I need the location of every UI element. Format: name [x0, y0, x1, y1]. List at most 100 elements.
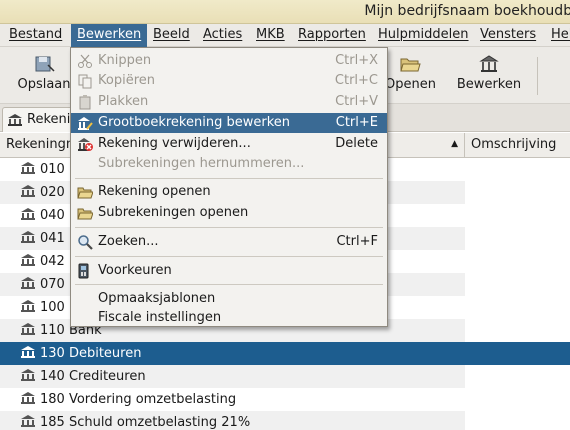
account-description-cell[interactable]	[465, 319, 570, 342]
bank-icon	[21, 369, 35, 381]
menu-item-copy[interactable]: Kopiëren Ctrl+C	[71, 71, 387, 91]
bank-icon	[21, 277, 35, 289]
bank-icon	[21, 162, 35, 174]
delete-account-icon	[78, 138, 93, 151]
account-name-cell[interactable]: 185 Schuld omzetbelasting 21%	[0, 411, 465, 430]
menu-separator	[75, 256, 383, 257]
menu-item-open-subaccounts-label: Subrekeningen openen	[98, 205, 249, 220]
table-row[interactable]: 185 Schuld omzetbelasting 21%	[0, 411, 570, 430]
menu-item-cut-shortcut: Ctrl+X	[335, 53, 378, 68]
edit-account-icon	[479, 55, 499, 72]
menu-hulpmiddelen[interactable]: Hulpmiddelen	[378, 27, 469, 42]
folder-open-icon	[77, 208, 93, 220]
account-description-cell[interactable]	[465, 181, 570, 204]
menu-item-renumber-subaccounts-label: Subrekeningen hernummeren...	[98, 156, 305, 171]
menu-item-find-shortcut: Ctrl+F	[336, 234, 378, 249]
menubar: Bestand Bewerken Beeld Acties MKB Rappor…	[0, 24, 570, 47]
table-row[interactable]: 180 Vordering omzetbelasting	[0, 388, 570, 411]
menu-item-renumber-subaccounts[interactable]: Subrekeningen hernummeren...	[71, 154, 387, 174]
save-button-label: Opslaan	[17, 77, 71, 92]
menu-item-copy-label: Kopiëren	[98, 73, 155, 88]
menu-beeld[interactable]: Beeld	[153, 27, 190, 42]
table-row[interactable]: 140 Crediteuren	[0, 365, 570, 388]
menu-item-paste-shortcut: Ctrl+V	[335, 94, 378, 109]
account-name-label: 185 Schuld omzetbelasting 21%	[40, 415, 251, 430]
folder-open-icon	[400, 58, 421, 72]
menu-acties[interactable]: Acties	[203, 27, 242, 42]
window-titlebar: Mijn bedrijfsnaam boekhoudbes	[0, 0, 570, 24]
bank-icon	[21, 254, 35, 266]
table-row[interactable]: 130 Debiteuren	[0, 342, 570, 365]
menu-item-edit-account-shortcut: Ctrl+E	[335, 115, 378, 130]
open-button[interactable]: Openen	[385, 53, 436, 92]
account-description-cell[interactable]	[465, 365, 570, 388]
bank-icon	[21, 346, 35, 358]
bank-icon	[21, 392, 35, 404]
bank-icon	[21, 415, 35, 427]
bank-icon	[21, 231, 35, 243]
copy-icon	[78, 74, 92, 89]
account-description-cell[interactable]	[465, 388, 570, 411]
sort-ascending-icon: ▲	[451, 139, 458, 149]
menu-item-tax-options[interactable]: Fiscale instellingen	[71, 308, 387, 328]
menu-item-cut[interactable]: Knippen Ctrl+X	[71, 51, 387, 71]
menu-vensters[interactable]: Vensters	[480, 27, 536, 42]
account-description-cell[interactable]	[465, 250, 570, 273]
menu-item-delete-account-shortcut: Delete	[335, 136, 378, 151]
save-icon	[35, 56, 55, 72]
account-name-label: 130 Debiteuren	[40, 346, 142, 361]
menu-mkb[interactable]: MKB	[256, 27, 285, 42]
menu-item-cut-label: Knippen	[98, 53, 152, 68]
menu-item-paste[interactable]: Plakken Ctrl+V	[71, 92, 387, 112]
edit-menu-dropdown: Knippen Ctrl+X Kopiëren Ctrl+C Plakken C…	[70, 47, 388, 327]
account-description-cell[interactable]	[465, 158, 570, 181]
menu-separator	[75, 227, 383, 228]
bank-icon	[21, 208, 35, 220]
menu-item-style-sheets-label: Opmaaksjablonen	[98, 291, 216, 306]
bank-icon	[21, 323, 35, 335]
window-title: Mijn bedrijfsnaam boekhoudbes	[364, 3, 570, 19]
bank-icon	[8, 114, 22, 126]
menu-item-find[interactable]: Zoeken... Ctrl+F	[71, 232, 387, 252]
menu-help[interactable]: Hel	[551, 27, 570, 42]
account-name-cell[interactable]: 180 Vordering omzetbelasting	[0, 388, 465, 411]
menu-item-copy-shortcut: Ctrl+C	[334, 73, 378, 88]
menu-item-preferences-label: Voorkeuren	[98, 263, 172, 278]
menu-item-open-subaccounts[interactable]: Subrekeningen openen	[71, 203, 387, 223]
account-description-cell[interactable]	[465, 204, 570, 227]
account-name-cell[interactable]: 130 Debiteuren	[0, 342, 465, 365]
account-name-label: 180 Vordering omzetbelasting	[40, 392, 237, 407]
open-button-label: Openen	[385, 77, 436, 92]
menu-item-delete-account[interactable]: Rekening verwijderen... Delete	[71, 134, 387, 154]
menu-item-edit-account[interactable]: Grootboekrekening bewerken Ctrl+E	[71, 113, 387, 133]
menu-item-delete-account-label: Rekening verwijderen...	[98, 136, 251, 151]
folder-open-icon	[77, 187, 93, 199]
account-name-label: 140 Crediteuren	[40, 369, 146, 384]
search-icon	[78, 235, 93, 250]
menu-separator	[75, 178, 383, 179]
edit-button-label: Bewerken	[456, 77, 522, 92]
account-description-cell[interactable]	[465, 227, 570, 250]
save-button[interactable]: Opslaan	[14, 53, 74, 92]
menu-bewerken[interactable]: Bewerken	[71, 24, 148, 47]
account-description-cell[interactable]	[465, 342, 570, 365]
menu-item-paste-label: Plakken	[98, 94, 149, 109]
edit-account-icon	[78, 117, 93, 130]
scissors-icon	[78, 54, 92, 68]
account-description-cell[interactable]	[465, 296, 570, 319]
menu-rapporten[interactable]: Rapporten	[298, 27, 366, 42]
menu-item-open-account[interactable]: Rekening openen	[71, 182, 387, 202]
menu-separator	[75, 284, 383, 285]
preferences-icon	[78, 263, 89, 279]
menu-bestand[interactable]: Bestand	[9, 27, 62, 42]
account-description-cell[interactable]	[465, 411, 570, 430]
column-header-description-label: Omschrijving	[471, 137, 557, 152]
menu-item-preferences[interactable]: Voorkeuren	[71, 261, 387, 281]
paste-icon	[79, 95, 91, 110]
column-header-description[interactable]: Omschrijving	[465, 133, 570, 158]
menu-item-style-sheets[interactable]: Opmaaksjablonen	[71, 289, 387, 309]
toolbar-separator	[537, 57, 538, 95]
account-name-cell[interactable]: 140 Crediteuren	[0, 365, 465, 388]
edit-button[interactable]: Bewerken	[456, 53, 522, 92]
account-description-cell[interactable]	[465, 273, 570, 296]
